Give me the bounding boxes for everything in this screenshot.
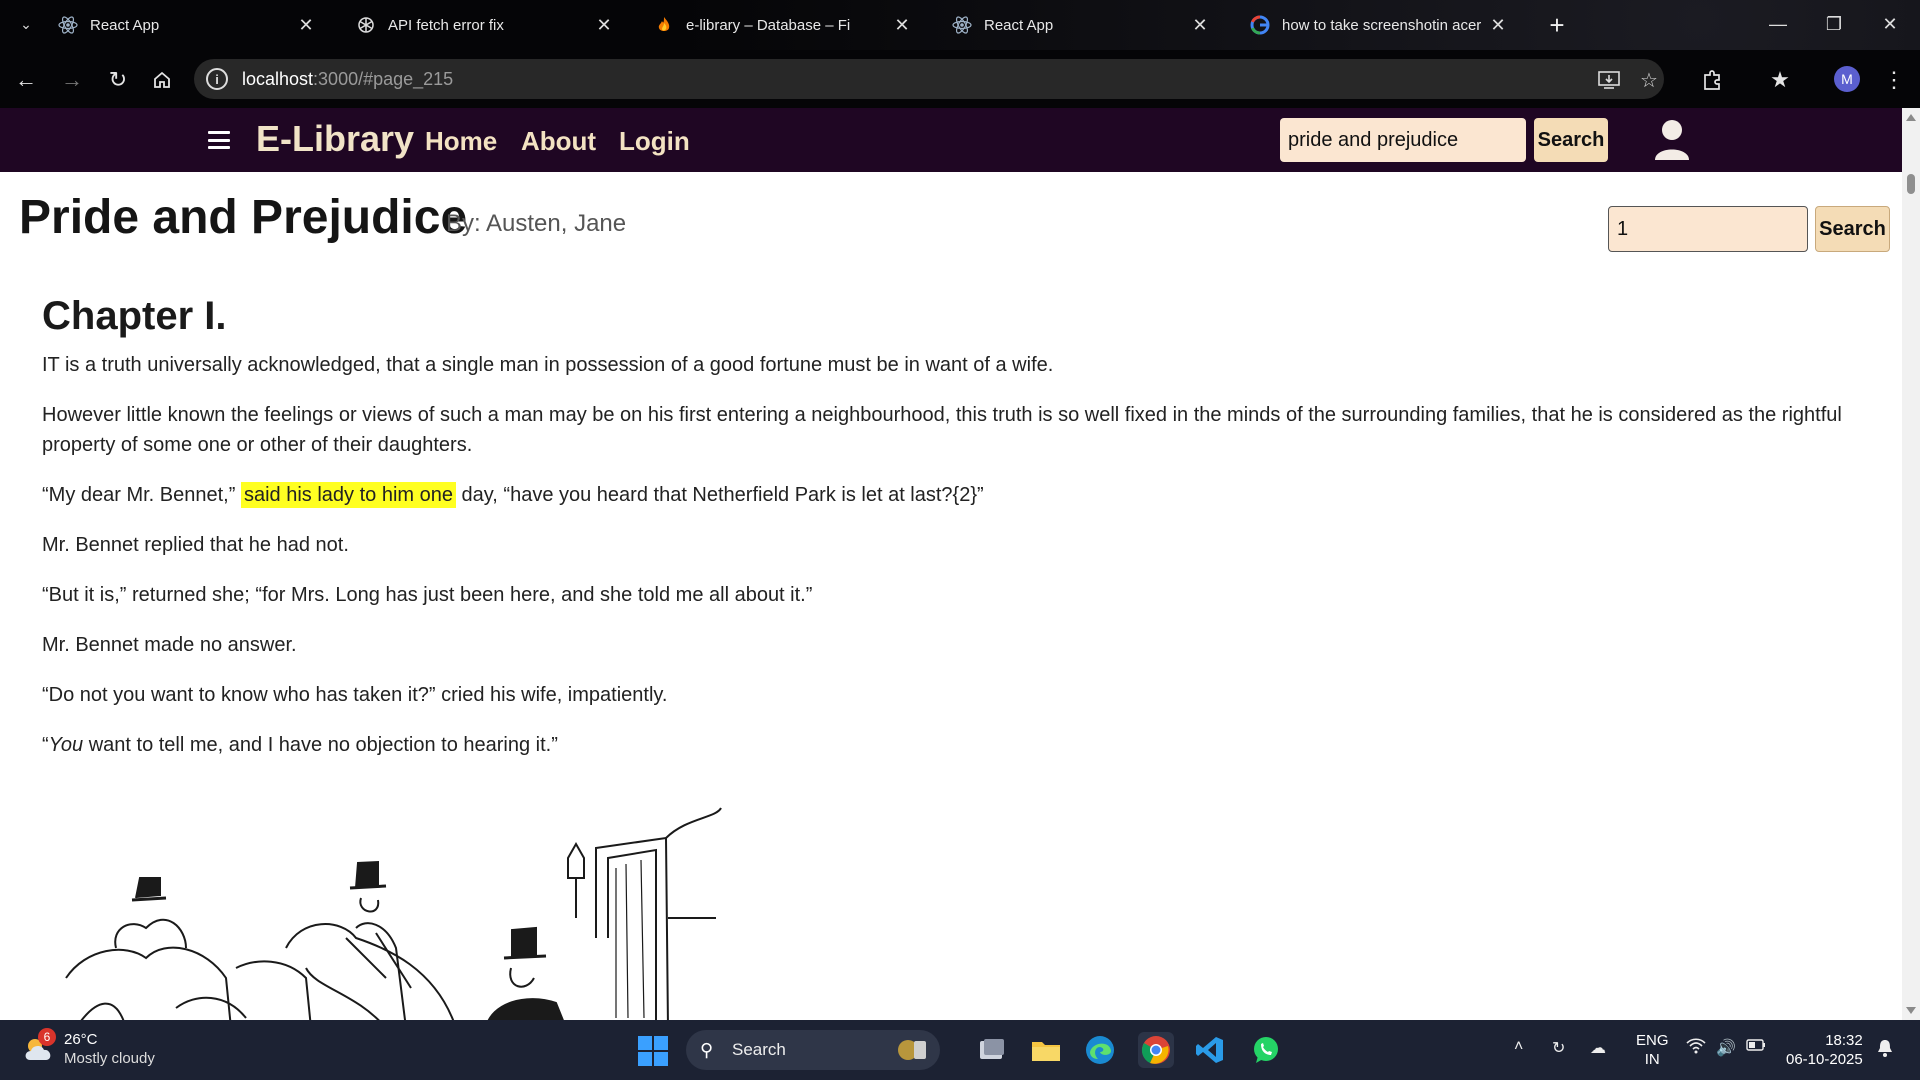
scroll-up-arrow-icon[interactable]: [1906, 114, 1916, 121]
battery-icon[interactable]: [1746, 1038, 1766, 1057]
tab-title: React App: [984, 16, 1054, 34]
tab-google-search[interactable]: how to take screenshotin acer ✕: [1232, 8, 1520, 42]
url-text: localhost:3000/#page_215: [242, 69, 454, 89]
react-icon: [952, 15, 972, 35]
user-profile-icon[interactable]: [1652, 118, 1692, 162]
weather-temperature[interactable]: 26°C: [64, 1031, 98, 1048]
close-window-icon[interactable]: ✕: [1866, 6, 1914, 42]
language-indicator[interactable]: ENG IN: [1636, 1031, 1669, 1069]
app-navbar: E-Library Home About Login Search: [0, 108, 1902, 172]
weather-alert-badge: 6: [38, 1028, 56, 1046]
google-icon: [1250, 15, 1270, 35]
chrome-icon[interactable]: [1138, 1032, 1174, 1068]
tab-title: API fetch error fix: [388, 16, 504, 34]
tab-search-chevron-icon[interactable]: ⌄: [14, 12, 38, 36]
forward-arrow-icon[interactable]: →: [56, 64, 88, 96]
paragraph: Mr. Bennet made no answer.: [42, 634, 297, 656]
scroll-down-arrow-icon[interactable]: [1906, 1007, 1916, 1014]
highlighted-text[interactable]: said his lady to him one: [240, 482, 456, 508]
site-info-icon[interactable]: i: [206, 68, 228, 90]
tab-close-icon[interactable]: ✕: [890, 13, 914, 37]
install-app-icon[interactable]: [1596, 67, 1622, 93]
file-explorer-icon[interactable]: [1028, 1032, 1064, 1068]
profile-avatar[interactable]: M: [1834, 66, 1860, 92]
nav-link-about[interactable]: About: [521, 126, 596, 157]
page-search-button[interactable]: Search: [1815, 206, 1890, 252]
favorites-icon[interactable]: ★: [1764, 64, 1796, 96]
hamburger-menu-icon[interactable]: [208, 128, 230, 152]
vscode-icon[interactable]: [1192, 1032, 1228, 1068]
windows-start-icon[interactable]: [638, 1036, 668, 1066]
wifi-icon[interactable]: [1686, 1038, 1706, 1059]
paragraph: “But it is,” returned she; “for Mrs. Lon…: [42, 584, 813, 606]
tab-firebase[interactable]: e-library – Database – Fi ✕: [636, 8, 924, 42]
browser-toolbar: ← → ↻ i localhost:3000/#page_215 ☆ ★ M ⋮: [0, 50, 1920, 108]
paragraph: “Do not you want to know who has taken i…: [42, 684, 668, 706]
onedrive-cloud-icon[interactable]: ☁: [1590, 1038, 1606, 1058]
tab-close-icon[interactable]: ✕: [592, 13, 616, 37]
tab-title: React App: [90, 16, 160, 34]
back-arrow-icon[interactable]: ←: [10, 64, 42, 96]
volume-icon[interactable]: 🔊: [1716, 1038, 1736, 1058]
book-search-button[interactable]: Search: [1534, 118, 1608, 162]
carriage-illustration: [65, 807, 722, 1020]
tab-close-icon[interactable]: ✕: [294, 13, 318, 37]
new-tab-button[interactable]: +: [1542, 10, 1572, 40]
paragraph: Mr. Bennet replied that he had not.: [42, 534, 349, 556]
tab-api-fetch[interactable]: API fetch error fix ✕: [338, 8, 626, 42]
address-bar[interactable]: i localhost:3000/#page_215 ☆: [194, 59, 1664, 99]
book-author: By: Austen, Jane: [446, 210, 627, 237]
book-title: Pride and Prejudice: [19, 191, 468, 244]
scroll-thumb[interactable]: [1907, 174, 1915, 194]
tab-title: e-library – Database – Fi: [686, 16, 851, 34]
chapter-heading: Chapter I.: [42, 294, 227, 338]
task-view-icon[interactable]: [974, 1032, 1010, 1068]
paragraph: However little known the feelings or vie…: [42, 404, 1842, 456]
tab-close-icon[interactable]: ✕: [1188, 13, 1212, 37]
reload-icon[interactable]: ↻: [102, 64, 134, 96]
weather-description[interactable]: Mostly cloudy: [64, 1050, 155, 1067]
browser-tab-strip: ⌄ React App ✕ API fetch error fix ✕ e-li…: [0, 0, 1920, 50]
restore-icon[interactable]: ❐: [1810, 6, 1858, 42]
tab-react-app-1[interactable]: React App ✕: [40, 8, 328, 42]
search-highlight-icon: [898, 1040, 926, 1060]
react-icon: [58, 15, 78, 35]
notification-bell-icon[interactable]: [1876, 1038, 1894, 1063]
tab-title: how to take screenshotin acer: [1282, 16, 1482, 34]
show-hidden-icons-chevron-icon[interactable]: ˄: [1514, 1038, 1523, 1056]
nav-link-home[interactable]: Home: [425, 126, 497, 157]
more-menu-icon[interactable]: ⋮: [1878, 64, 1910, 96]
paragraph: “You want to tell me, and I have no obje…: [42, 734, 558, 756]
openai-icon: [356, 15, 376, 35]
web-page: E-Library Home About Login Search Pride …: [0, 108, 1902, 1020]
paragraph: “My dear Mr. Bennet,” said his lady to h…: [42, 482, 984, 508]
tab-react-app-2[interactable]: React App ✕: [934, 8, 1222, 42]
edge-icon[interactable]: [1082, 1032, 1118, 1068]
extensions-icon[interactable]: [1696, 64, 1728, 96]
whatsapp-icon[interactable]: [1248, 1032, 1284, 1068]
minimize-icon[interactable]: —: [1754, 6, 1802, 42]
page-scrollbar[interactable]: [1902, 108, 1920, 1020]
paragraph: IT is a truth universally acknowledged, …: [42, 354, 1054, 376]
home-icon[interactable]: [146, 64, 178, 96]
page-number-input[interactable]: [1608, 206, 1808, 252]
tab-close-icon[interactable]: ✕: [1486, 13, 1510, 37]
windows-taskbar: [0, 1020, 1920, 1080]
search-icon: ⚲: [700, 1040, 714, 1060]
book-search-input[interactable]: [1280, 118, 1526, 162]
bookmark-star-icon[interactable]: ☆: [1636, 67, 1662, 93]
firebase-icon: [654, 15, 674, 35]
taskbar-search[interactable]: ⚲ Search: [686, 1030, 940, 1070]
sync-icon[interactable]: ↻: [1552, 1038, 1565, 1058]
nav-link-login[interactable]: Login: [619, 126, 690, 157]
system-clock[interactable]: 18:32 06-10-2025: [1786, 1031, 1863, 1069]
brand-logo[interactable]: E-Library: [256, 118, 414, 160]
